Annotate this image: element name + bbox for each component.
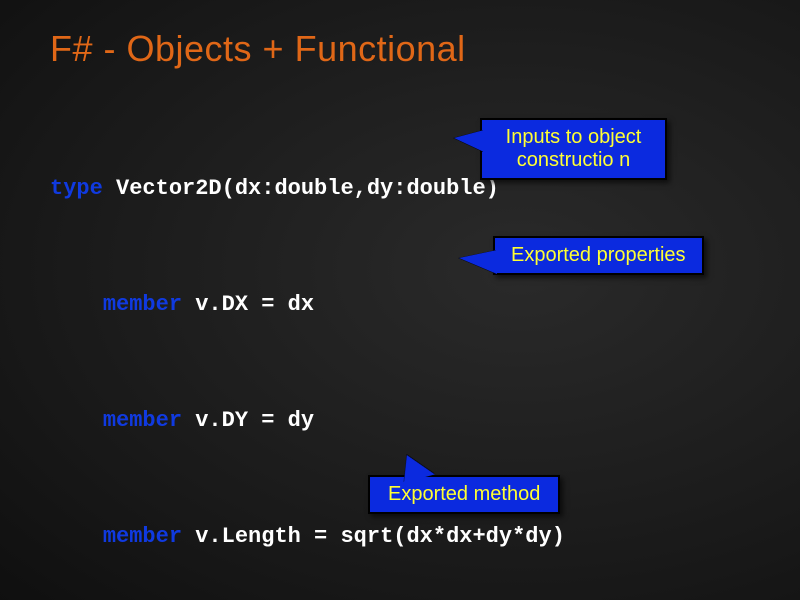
callout-arrow-icon [459,250,497,274]
slide-title: F# - Objects + Functional [50,28,750,70]
code-text: Vector2D(dx:double,dy:double) [103,176,499,201]
callout-arrow-icon [454,130,484,152]
code-text: v.DX = dx [182,292,314,317]
slide: F# - Objects + Functional type Vector2D(… [0,0,800,600]
code-block: type Vector2D(dx:double,dy:double) membe… [50,118,750,600]
callout-inputs: Inputs to object constructio n [480,118,667,180]
code-text: v.Length = sqrt(dx*dx+dy*dy) [182,524,565,549]
callout-text: Inputs to object constructio n [506,126,642,171]
keyword-member: member [103,408,182,433]
code-line-member: member v.DY = dy [50,407,750,436]
callout-properties: Exported properties [493,236,704,275]
code-line-member: member v.DX = dx [50,291,750,320]
keyword-member: member [103,524,182,549]
callout-text: Exported properties [511,244,686,266]
code-text: v.DY = dy [182,408,314,433]
callout-method: Exported method [368,475,560,514]
callout-text: Exported method [388,483,540,505]
keyword-type: type [50,176,103,201]
code-line-member: member v.Length = sqrt(dx*dx+dy*dy) [50,523,750,552]
keyword-member: member [103,292,182,317]
